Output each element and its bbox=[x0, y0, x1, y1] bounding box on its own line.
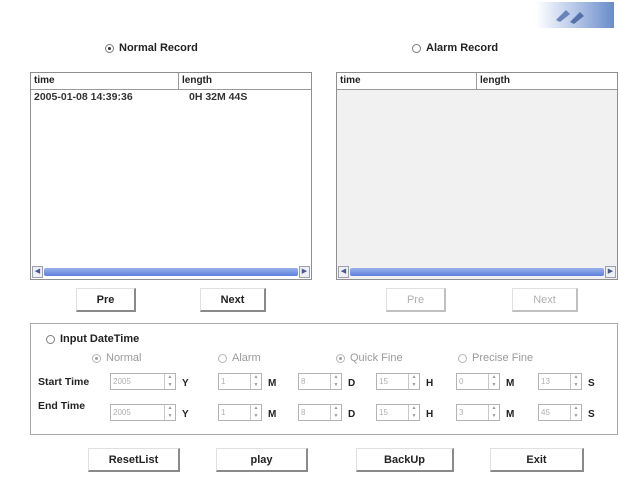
spinner-arrows-icon[interactable]: ▲ ▼ bbox=[570, 374, 581, 389]
start-month-value[interactable]: 1 bbox=[219, 374, 250, 389]
alarm-pre-button[interactable]: Pre bbox=[386, 288, 446, 312]
radio-checked-icon bbox=[336, 353, 345, 363]
unit-year: Y bbox=[182, 409, 189, 420]
unit-hour: H bbox=[426, 378, 434, 389]
end-time-label: End Time bbox=[38, 400, 86, 412]
column-header-time[interactable]: time bbox=[337, 73, 477, 89]
brand-logo-icon bbox=[536, 2, 614, 28]
normal-next-button[interactable]: Next bbox=[200, 288, 266, 312]
unit-hour: H bbox=[426, 409, 434, 420]
spinner-arrows-icon[interactable]: ▲ ▼ bbox=[330, 374, 341, 389]
table-row[interactable]: 2005-01-08 14:39:36 0H 32M 44S bbox=[31, 90, 311, 104]
radio-checked-icon bbox=[92, 353, 101, 363]
normal-record-radio[interactable]: Normal Record bbox=[105, 42, 198, 54]
spinner-arrows-icon[interactable]: ▲ ▼ bbox=[164, 374, 175, 389]
normal-list-scrollbar[interactable]: ◀ ▶ bbox=[32, 266, 310, 278]
unit-day: D bbox=[348, 378, 356, 389]
end-year-value[interactable]: 2005 bbox=[111, 405, 164, 420]
play-button[interactable]: play bbox=[216, 448, 308, 472]
mode-alarm-label: Alarm bbox=[232, 352, 261, 364]
unit-minute: M bbox=[506, 409, 515, 420]
input-datetime-label: Input DateTime bbox=[60, 333, 140, 345]
unit-day: D bbox=[348, 409, 356, 420]
scroll-left-icon[interactable]: ◀ bbox=[32, 266, 43, 278]
row-time-cell: 2005-01-08 14:39:36 bbox=[34, 91, 133, 103]
start-hour-value[interactable]: 15 bbox=[377, 374, 408, 389]
scroll-thumb[interactable] bbox=[44, 268, 298, 276]
spinner-arrows-icon[interactable]: ▲ ▼ bbox=[488, 405, 499, 420]
end-day-spinner[interactable]: 8 ▲ ▼ bbox=[298, 404, 342, 421]
end-month-spinner[interactable]: 1 ▲ ▼ bbox=[218, 404, 262, 421]
mode-normal-radio[interactable]: Normal bbox=[92, 352, 141, 364]
scroll-left-icon[interactable]: ◀ bbox=[338, 266, 349, 278]
alarm-record-label: Alarm Record bbox=[426, 42, 499, 54]
start-minute-value[interactable]: 0 bbox=[457, 374, 488, 389]
unit-second: S bbox=[588, 409, 595, 420]
scroll-thumb[interactable] bbox=[350, 268, 604, 276]
column-header-time[interactable]: time bbox=[31, 73, 179, 89]
start-day-value[interactable]: 8 bbox=[299, 374, 330, 389]
reset-list-button[interactable]: ResetList bbox=[88, 448, 180, 472]
spinner-arrows-icon[interactable]: ▲ ▼ bbox=[164, 405, 175, 420]
start-second-value[interactable]: 13 bbox=[539, 374, 570, 389]
end-minute-value[interactable]: 3 bbox=[457, 405, 488, 420]
end-hour-spinner[interactable]: 15 ▲ ▼ bbox=[376, 404, 420, 421]
start-year-value[interactable]: 2005 bbox=[111, 374, 164, 389]
column-header-length[interactable]: length bbox=[477, 73, 617, 89]
exit-button[interactable]: Exit bbox=[490, 448, 584, 472]
mode-alarm-radio[interactable]: Alarm bbox=[218, 352, 261, 364]
spinner-arrows-icon[interactable]: ▲ ▼ bbox=[408, 374, 419, 389]
mode-normal-label: Normal bbox=[106, 352, 142, 364]
start-second-spinner[interactable]: 13 ▲ ▼ bbox=[538, 373, 582, 390]
normal-list-header: time length bbox=[31, 73, 311, 90]
end-second-spinner[interactable]: 45 ▲ ▼ bbox=[538, 404, 582, 421]
normal-pre-button[interactable]: Pre bbox=[76, 288, 136, 312]
mode-precise-fine-radio[interactable]: Precise Fine bbox=[458, 352, 533, 364]
unit-second: S bbox=[588, 378, 595, 389]
mode-quick-fine-radio[interactable]: Quick Fine bbox=[336, 352, 403, 364]
end-second-value[interactable]: 45 bbox=[539, 405, 570, 420]
end-hour-value[interactable]: 15 bbox=[377, 405, 408, 420]
spinner-arrows-icon[interactable]: ▲ ▼ bbox=[250, 405, 261, 420]
start-hour-spinner[interactable]: 15 ▲ ▼ bbox=[376, 373, 420, 390]
radio-unchecked-icon bbox=[458, 353, 467, 363]
end-month-value[interactable]: 1 bbox=[219, 405, 250, 420]
start-day-spinner[interactable]: 8 ▲ ▼ bbox=[298, 373, 342, 390]
start-year-spinner[interactable]: 2005 ▲ ▼ bbox=[110, 373, 176, 390]
column-header-length[interactable]: length bbox=[179, 73, 311, 89]
radio-unchecked-icon bbox=[46, 334, 55, 344]
radio-unchecked-icon bbox=[412, 43, 421, 53]
row-length-cell: 0H 32M 44S bbox=[189, 91, 248, 103]
alarm-record-radio[interactable]: Alarm Record bbox=[412, 42, 498, 54]
spinner-arrows-icon[interactable]: ▲ ▼ bbox=[488, 374, 499, 389]
radio-checked-icon bbox=[105, 43, 114, 53]
unit-minute: M bbox=[506, 378, 515, 389]
normal-record-list[interactable]: time length 2005-01-08 14:39:36 0H 32M 4… bbox=[30, 72, 312, 280]
alarm-list-scrollbar[interactable]: ◀ ▶ bbox=[338, 266, 616, 278]
end-year-spinner[interactable]: 2005 ▲ ▼ bbox=[110, 404, 176, 421]
spinner-arrows-icon[interactable]: ▲ ▼ bbox=[330, 405, 341, 420]
alarm-list-header: time length bbox=[337, 73, 617, 90]
spinner-arrows-icon[interactable]: ▲ ▼ bbox=[570, 405, 581, 420]
input-datetime-radio[interactable]: Input DateTime bbox=[46, 333, 139, 345]
spinner-arrows-icon[interactable]: ▲ ▼ bbox=[250, 374, 261, 389]
end-day-value[interactable]: 8 bbox=[299, 405, 330, 420]
start-time-label: Start Time bbox=[38, 376, 90, 388]
scroll-right-icon[interactable]: ▶ bbox=[605, 266, 616, 278]
start-month-spinner[interactable]: 1 ▲ ▼ bbox=[218, 373, 262, 390]
alarm-record-list[interactable]: time length ◀ ▶ bbox=[336, 72, 618, 280]
mode-quick-fine-label: Quick Fine bbox=[350, 352, 403, 364]
radio-unchecked-icon bbox=[218, 353, 227, 363]
unit-month: M bbox=[268, 378, 277, 389]
alarm-next-button[interactable]: Next bbox=[512, 288, 578, 312]
scroll-right-icon[interactable]: ▶ bbox=[299, 266, 310, 278]
unit-year: Y bbox=[182, 378, 189, 389]
normal-record-label: Normal Record bbox=[119, 42, 198, 54]
mode-precise-fine-label: Precise Fine bbox=[472, 352, 534, 364]
spinner-arrows-icon[interactable]: ▲ ▼ bbox=[408, 405, 419, 420]
unit-month: M bbox=[268, 409, 277, 420]
end-minute-spinner[interactable]: 3 ▲ ▼ bbox=[456, 404, 500, 421]
start-minute-spinner[interactable]: 0 ▲ ▼ bbox=[456, 373, 500, 390]
backup-button[interactable]: BackUp bbox=[356, 448, 454, 472]
